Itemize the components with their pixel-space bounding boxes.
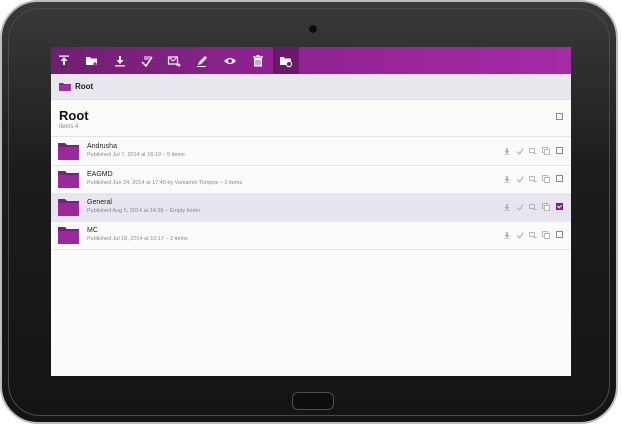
folder-settings-icon	[280, 56, 293, 67]
item-meta: Published Jun 24, 2014 at 17:45 by Venia…	[87, 180, 243, 186]
item-count: items 4	[59, 124, 79, 130]
download-icon[interactable]	[503, 203, 511, 211]
new-folder-icon	[86, 56, 97, 66]
select-all-checkbox[interactable]	[556, 113, 563, 120]
camera-icon	[308, 24, 318, 34]
screen: Root Root items 4 Andrusha Published Jul …	[51, 47, 571, 376]
download-icon	[115, 55, 125, 66]
folder-icon	[58, 143, 79, 160]
item-meta: Published Aug 5, 2014 at 14:38 – Empty f…	[87, 208, 201, 214]
move-icon[interactable]	[529, 203, 537, 211]
toolbar	[51, 47, 571, 74]
delete-icon	[253, 54, 263, 66]
download-icon[interactable]	[503, 147, 511, 155]
delete-button[interactable]	[245, 47, 271, 74]
item-name[interactable]: Andrusha	[87, 143, 117, 150]
view-button[interactable]	[217, 47, 243, 74]
row-checkbox[interactable]	[556, 203, 563, 210]
upload-icon	[59, 55, 69, 65]
item-meta: Published Jul 18, 2014 at 10:17 – 2 item…	[87, 236, 188, 242]
list-item[interactable]: EAGMD Published Jun 24, 2014 at 17:45 by …	[51, 165, 571, 194]
upload-button[interactable]	[51, 47, 77, 74]
share-icon[interactable]	[516, 231, 524, 239]
download-icon[interactable]	[503, 231, 511, 239]
folder-icon	[58, 227, 79, 244]
item-meta: Published Jul 7, 2014 at 16:19 – 5 items	[87, 152, 185, 158]
folder-settings-button[interactable]	[273, 47, 299, 74]
folder-icon	[59, 83, 71, 91]
move-icon[interactable]	[529, 147, 537, 155]
row-actions	[503, 174, 550, 184]
row-actions	[503, 146, 550, 156]
send-icon	[167, 55, 181, 67]
download-icon[interactable]	[503, 175, 511, 183]
row-checkbox[interactable]	[556, 147, 563, 154]
share-icon[interactable]	[516, 175, 524, 183]
new-folder-button[interactable]	[79, 47, 105, 74]
list-item[interactable]: Andrusha Published Jul 7, 2014 at 16:19 –…	[51, 137, 571, 166]
folder-icon	[58, 199, 79, 216]
edit-button[interactable]	[189, 47, 215, 74]
home-button[interactable]	[292, 392, 334, 410]
folder-icon	[58, 171, 79, 188]
list-item[interactable]: General Published Aug 5, 2014 at 14:38 – …	[51, 193, 571, 222]
share-icon[interactable]	[516, 147, 524, 155]
copy-icon[interactable]	[542, 231, 550, 239]
send-button[interactable]	[161, 47, 187, 74]
row-actions	[503, 230, 550, 240]
view-icon	[224, 57, 236, 64]
item-name[interactable]: MC	[87, 227, 98, 234]
row-checkbox[interactable]	[556, 175, 563, 182]
row-actions	[503, 202, 550, 212]
share-button[interactable]	[134, 47, 160, 74]
breadcrumb: Root	[51, 74, 571, 100]
copy-icon[interactable]	[542, 175, 550, 183]
share-icon	[141, 56, 153, 67]
breadcrumb-root[interactable]: Root	[75, 82, 93, 91]
folder-header: Root items 4	[51, 100, 571, 137]
copy-icon[interactable]	[542, 203, 550, 211]
edit-icon	[197, 55, 207, 67]
item-name[interactable]: General	[87, 199, 112, 206]
list-item[interactable]: MC Published Jul 18, 2014 at 10:17 – 2 it…	[51, 221, 571, 250]
item-name[interactable]: EAGMD	[87, 171, 113, 178]
download-button[interactable]	[107, 47, 133, 74]
row-checkbox[interactable]	[556, 231, 563, 238]
move-icon[interactable]	[529, 231, 537, 239]
move-icon[interactable]	[529, 175, 537, 183]
share-icon[interactable]	[516, 203, 524, 211]
page-title: Root	[59, 108, 89, 123]
copy-icon[interactable]	[542, 147, 550, 155]
